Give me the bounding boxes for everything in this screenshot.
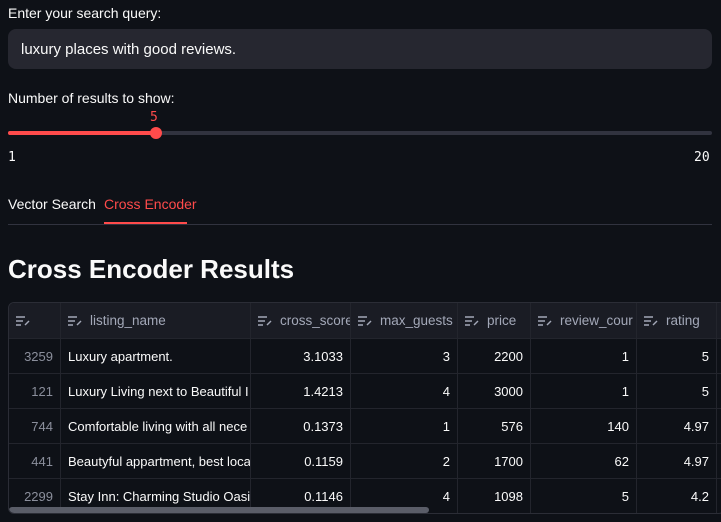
table-row[interactable]: 441 Beautyful appartment, best loca 0.11… xyxy=(9,444,721,479)
row-index: 744 xyxy=(9,409,61,443)
row-index: 3259 xyxy=(9,339,61,373)
cell-review-count[interactable]: 5 xyxy=(531,479,637,513)
column-header-max-guests[interactable]: max_guests xyxy=(351,303,458,338)
text-column-icon xyxy=(16,315,30,326)
column-header-label: price xyxy=(487,313,517,328)
search-label: Enter your search query: xyxy=(8,5,162,21)
cell-rating[interactable]: 4.97 xyxy=(637,444,717,478)
column-header-label: listing_name xyxy=(90,313,166,328)
slider-thumb[interactable] xyxy=(150,127,162,139)
slider-fill xyxy=(8,131,156,135)
cell-price[interactable]: 1700 xyxy=(458,444,531,478)
cell-max-guests[interactable]: 3 xyxy=(351,339,458,373)
cell-rating[interactable]: 4.2 xyxy=(637,479,717,513)
row-index: 441 xyxy=(9,444,61,478)
cell-rating[interactable]: 4.97 xyxy=(637,409,717,443)
slider-value: 5 xyxy=(150,110,158,125)
column-header-label: review_cour xyxy=(560,313,633,328)
search-input-value: luxury places with good reviews. xyxy=(21,40,237,58)
cell-rating[interactable]: 5 xyxy=(637,374,717,408)
cell-cross-score[interactable]: 1.4213 xyxy=(251,374,351,408)
slider-min-label: 1 xyxy=(8,150,16,165)
cell-price[interactable]: 576 xyxy=(458,409,531,443)
cell-listing-name[interactable]: Beautyful appartment, best loca xyxy=(61,444,251,478)
search-input[interactable]: luxury places with good reviews. xyxy=(8,29,712,69)
horizontal-scrollbar[interactable] xyxy=(9,507,429,513)
text-column-icon xyxy=(358,315,372,326)
cell-cross-score[interactable]: 3.1033 xyxy=(251,339,351,373)
column-header-listing-name[interactable]: listing_name xyxy=(61,303,251,338)
column-header-price[interactable]: price xyxy=(458,303,531,338)
results-title: Cross Encoder Results xyxy=(8,254,295,284)
cell-cross-score[interactable]: 0.1159 xyxy=(251,444,351,478)
table-row[interactable]: 744 Comfortable living with all nece 0.1… xyxy=(9,409,721,444)
results-table[interactable]: listing_name cross_score max_guests pric… xyxy=(8,302,721,514)
text-column-icon xyxy=(258,315,272,326)
table-header-row: listing_name cross_score max_guests pric… xyxy=(9,303,721,339)
active-tab-indicator xyxy=(104,222,187,224)
tab-cross-encoder[interactable]: Cross Encoder xyxy=(104,196,197,212)
text-column-icon xyxy=(644,315,658,326)
cell-price[interactable]: 2200 xyxy=(458,339,531,373)
cell-review-count[interactable]: 62 xyxy=(531,444,637,478)
column-header-rating[interactable]: rating xyxy=(637,303,717,338)
index-header[interactable] xyxy=(9,303,61,338)
column-header-review-count[interactable]: review_cour xyxy=(531,303,637,338)
slider-max-label: 20 xyxy=(694,150,710,165)
tab-vector-search[interactable]: Vector Search xyxy=(8,196,96,212)
cell-listing-name[interactable]: Comfortable living with all nece xyxy=(61,409,251,443)
text-column-icon xyxy=(538,315,552,326)
cell-listing-name[interactable]: Luxury apartment. xyxy=(61,339,251,373)
cell-cross-score[interactable]: 0.1373 xyxy=(251,409,351,443)
cell-review-count[interactable]: 1 xyxy=(531,374,637,408)
text-column-icon xyxy=(68,315,82,326)
cell-rating[interactable]: 5 xyxy=(637,339,717,373)
cell-price[interactable]: 3000 xyxy=(458,374,531,408)
row-index: 121 xyxy=(9,374,61,408)
column-header-cross-score[interactable]: cross_score xyxy=(251,303,351,338)
column-header-label: rating xyxy=(666,313,700,328)
cell-max-guests[interactable]: 2 xyxy=(351,444,458,478)
cell-review-count[interactable]: 140 xyxy=(531,409,637,443)
cell-max-guests[interactable]: 1 xyxy=(351,409,458,443)
tab-bar: Vector Search Cross Encoder xyxy=(8,188,712,225)
text-column-icon xyxy=(465,315,479,326)
table-row[interactable]: 3259 Luxury apartment. 3.1033 3 2200 1 5 xyxy=(9,339,721,374)
cell-review-count[interactable]: 1 xyxy=(531,339,637,373)
table-row[interactable]: 121 Luxury Living next to Beautiful I 1.… xyxy=(9,374,721,409)
column-header-label: max_guests xyxy=(380,313,453,328)
cell-price[interactable]: 1098 xyxy=(458,479,531,513)
column-header-label: cross_score xyxy=(280,313,351,328)
cell-listing-name[interactable]: Luxury Living next to Beautiful I xyxy=(61,374,251,408)
cell-max-guests[interactable]: 4 xyxy=(351,374,458,408)
slider-label: Number of results to show: xyxy=(8,90,175,106)
